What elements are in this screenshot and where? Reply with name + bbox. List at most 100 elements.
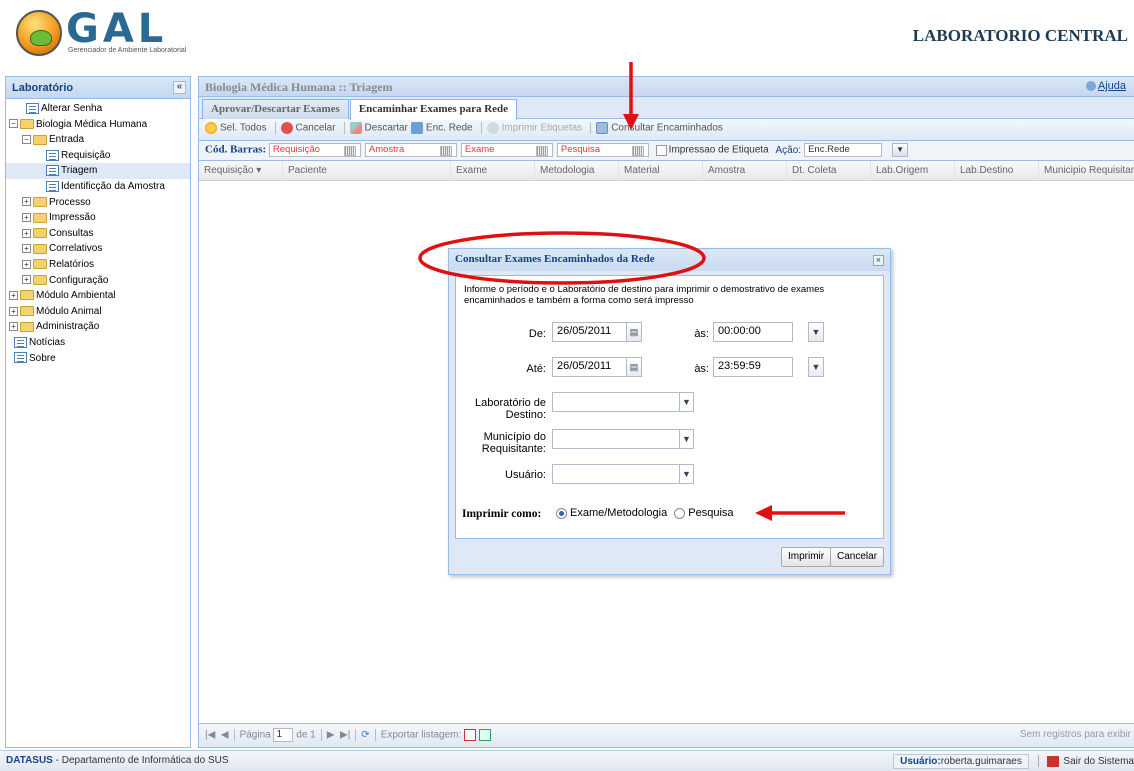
last-page-button[interactable]: ▶| [340, 730, 350, 741]
consult-forwarded-button[interactable]: Consultar Encaminhados [596, 122, 723, 134]
to-time-input[interactable]: 23:59:59 [713, 357, 793, 377]
barcode-exame-field[interactable]: Exame [460, 143, 553, 157]
pager-separator [374, 729, 376, 741]
tab-aprovar-descartar[interactable]: Aprovar/Descartar Exames [202, 99, 349, 119]
first-page-button[interactable]: |◀ [205, 730, 215, 741]
spreadsheet-export-icon[interactable] [478, 729, 491, 741]
col-lab-destino[interactable]: Lab.Destino [955, 161, 1039, 181]
tab-encaminhar[interactable]: Encaminhar Exames para Rede [349, 99, 518, 120]
app-header: GAL Gerenciador de Ambiente Laboratorial… [0, 0, 1134, 68]
expand-node-icon[interactable]: + [22, 213, 31, 223]
sidebar-panel: Laboratório « Alterar Senha − Biologia Mé… [5, 76, 191, 748]
from-time-input[interactable]: 00:00:00 [713, 322, 793, 342]
print-as-label: Imprimir como: [462, 508, 542, 520]
col-dt-coleta[interactable]: Dt. Coleta [787, 161, 871, 181]
next-page-button[interactable]: ▶ [327, 730, 335, 741]
folder-icon [33, 228, 47, 239]
tree-item-modulo-ambiental[interactable]: + Módulo Ambiental [6, 288, 190, 304]
user-dropdown-icon[interactable]: ▼ [680, 464, 694, 484]
print-label-checkbox[interactable] [655, 144, 667, 156]
print-as-options: Exame/Metodologia Pesquisa [556, 507, 734, 519]
user-select[interactable] [552, 464, 680, 484]
logo-subtitle: Gerenciador de Ambiente Laboratorial [68, 47, 187, 54]
barcode-amostra-field[interactable]: Amostra [364, 143, 457, 157]
help-link[interactable]: Ajuda [1085, 80, 1126, 92]
action-select[interactable]: Enc.Rede [804, 143, 883, 157]
print-labels-button[interactable]: Imprimir Etiquetas [486, 122, 582, 134]
collapse-node-icon[interactable]: − [22, 135, 31, 145]
tree-item-noticias[interactable]: Notícias [6, 335, 190, 351]
municipality-select[interactable] [552, 429, 680, 449]
forward-network-button[interactable]: Enc. Rede [410, 122, 473, 134]
gal-logo: GAL Gerenciador de Ambiente Laboratorial [16, 6, 196, 56]
page-title: Biologia Médica Humana :: Triagem [205, 80, 393, 94]
expand-node-icon[interactable]: + [9, 306, 18, 316]
expand-node-icon[interactable]: + [22, 228, 31, 238]
page-number-input[interactable]: 1 [273, 728, 294, 742]
prev-page-button[interactable]: ◀ [221, 730, 229, 741]
expand-node-icon[interactable]: + [22, 275, 31, 285]
expand-node-icon[interactable]: + [22, 197, 31, 207]
tree-item-entrada[interactable]: − Entrada [6, 132, 190, 148]
tree-item-biologia[interactable]: − Biologia Médica Humana [6, 117, 190, 133]
col-material[interactable]: Material [619, 161, 703, 181]
collapse-sidebar-button[interactable]: « [173, 81, 186, 94]
pager-separator [233, 729, 235, 741]
col-requisicao[interactable]: Requisição ▾ [199, 161, 283, 181]
folder-icon [20, 321, 34, 332]
close-dialog-button[interactable]: × [873, 255, 884, 266]
tree-item-configuracao[interactable]: + Configuração [6, 273, 190, 289]
folder-icon [33, 243, 47, 254]
discard-icon [349, 122, 362, 134]
to-time-dropdown-icon[interactable]: ▼ [808, 357, 824, 377]
discard-button[interactable]: Descartar [349, 122, 408, 134]
tree-item-triagem[interactable]: Triagem [6, 163, 190, 179]
tree-item-identificacao[interactable]: Identificção da Amostra [6, 179, 190, 195]
folder-icon [20, 290, 34, 301]
col-metodologia[interactable]: Metodologia [535, 161, 619, 181]
expand-node-icon[interactable]: + [9, 322, 18, 332]
tree-item-modulo-animal[interactable]: + Módulo Animal [6, 304, 190, 320]
refresh-icon[interactable]: ⟳ [361, 730, 369, 741]
barcode-pesquisa-field[interactable]: Pesquisa [556, 143, 649, 157]
pdf-export-icon[interactable] [464, 729, 477, 741]
expand-node-icon[interactable]: + [22, 259, 31, 269]
municipality-dropdown-icon[interactable]: ▼ [680, 429, 694, 449]
col-lab-origem[interactable]: Lab.Origem [871, 161, 955, 181]
collapse-node-icon[interactable]: − [9, 119, 18, 129]
from-time-dropdown-icon[interactable]: ▼ [808, 322, 824, 342]
tree-item-impressao[interactable]: + Impressão [6, 210, 190, 226]
radio-exame-metodologia[interactable] [556, 507, 567, 519]
col-paciente[interactable]: Paciente [283, 161, 451, 181]
user-label: Usuário: [900, 756, 941, 767]
main-panel-header: Biologia Médica Humana :: Triagem Ajuda [199, 77, 1134, 97]
lab-dropdown-icon[interactable]: ▼ [680, 392, 694, 412]
tree-item-consultas[interactable]: + Consultas [6, 226, 190, 242]
lab-destination-select[interactable] [552, 392, 680, 412]
cancel-button[interactable]: Cancelar [280, 122, 336, 134]
user-info: Usuário:roberta.guimaraes [893, 754, 1029, 769]
select-all-button[interactable]: Sel. Todos [205, 122, 267, 134]
tree-item-correlativos[interactable]: + Correlativos [6, 241, 190, 257]
tree-item-relatorios[interactable]: + Relatórios [6, 257, 190, 273]
tree-item-processo[interactable]: + Processo [6, 195, 190, 211]
expand-node-icon[interactable]: + [9, 290, 18, 300]
logout-button[interactable]: Sair do Sistema [1047, 755, 1134, 767]
action-dropdown-button[interactable]: ▼ [892, 143, 909, 157]
col-exame[interactable]: Exame [451, 161, 535, 181]
col-municipio[interactable]: Municipio Requisitante [1039, 161, 1134, 181]
page-icon [14, 352, 27, 364]
tree-item-sobre[interactable]: Sobre [6, 351, 190, 367]
radio-pesquisa[interactable] [674, 507, 686, 519]
print-button[interactable]: Imprimir [781, 547, 832, 567]
dialog-title: Consultar Exames Encaminhados da Rede [455, 253, 655, 265]
tree-item-requisicao[interactable]: Requisição [6, 148, 190, 164]
lab-destination-label: Laboratório de Destino: [475, 397, 546, 421]
cancel-dialog-button[interactable]: Cancelar [830, 547, 885, 567]
folder-icon [33, 274, 47, 285]
col-amostra[interactable]: Amostra [703, 161, 787, 181]
barcode-requisicao-field[interactable]: Requisição [268, 143, 361, 157]
tree-item-administracao[interactable]: + Administração [6, 319, 190, 335]
expand-node-icon[interactable]: + [22, 244, 31, 254]
tree-item-alterar-senha[interactable]: Alterar Senha [6, 101, 190, 117]
